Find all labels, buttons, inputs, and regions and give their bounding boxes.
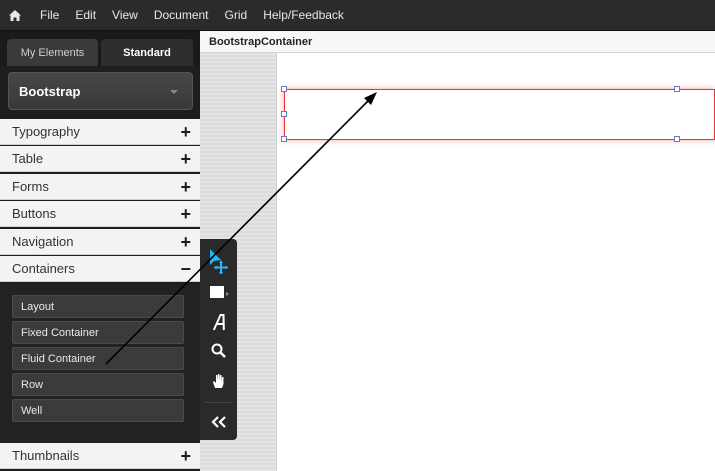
resize-handle-bottom-right[interactable]: [674, 136, 680, 142]
menu-document[interactable]: Document: [146, 0, 217, 31]
pointer-move-icon[interactable]: [200, 247, 237, 275]
menu-help-feedback[interactable]: Help/Feedback: [255, 0, 352, 31]
tool-palette: [200, 239, 237, 440]
list-item-layout[interactable]: Layout: [12, 295, 184, 318]
sidebar: My Elements Standard Bootstrap Typograph…: [0, 31, 200, 471]
collapse-icon[interactable]: −: [180, 259, 191, 279]
rectangle-icon[interactable]: [200, 278, 237, 306]
list-item-row[interactable]: Row: [12, 373, 184, 396]
category-table[interactable]: Table +: [0, 146, 200, 172]
resize-handle-bottom-left[interactable]: [281, 136, 287, 142]
menu-file[interactable]: File: [30, 0, 67, 31]
list-item-well[interactable]: Well: [12, 399, 184, 422]
menu-view[interactable]: View: [104, 0, 146, 31]
list-item-fluid-container[interactable]: Fluid Container: [12, 347, 184, 370]
resize-handle-top-left[interactable]: [281, 86, 287, 92]
page-title-bar: BootstrapContainer: [200, 31, 715, 53]
text-icon[interactable]: [200, 308, 237, 336]
list-item-fixed-container[interactable]: Fixed Container: [12, 321, 184, 344]
resize-handle-left[interactable]: [281, 111, 287, 117]
category-label: Thumbnails: [12, 448, 80, 463]
category-forms[interactable]: Forms +: [0, 174, 200, 200]
category-navigation[interactable]: Navigation +: [0, 229, 200, 255]
menu-edit[interactable]: Edit: [67, 0, 104, 31]
zoom-icon[interactable]: [200, 337, 237, 365]
menu-bar: File Edit View Document Grid Help/Feedba…: [0, 0, 715, 31]
expand-icon[interactable]: +: [180, 177, 191, 197]
library-select[interactable]: Bootstrap: [8, 72, 193, 110]
tab-my-elements[interactable]: My Elements: [7, 39, 98, 66]
category-label: Forms: [12, 179, 49, 194]
category-label: Containers: [12, 261, 75, 276]
expand-icon[interactable]: +: [180, 204, 191, 224]
selected-container[interactable]: [284, 89, 715, 140]
tab-standard[interactable]: Standard: [101, 39, 193, 66]
containers-list: Layout Fixed Container Fluid Container R…: [0, 284, 200, 443]
category-containers[interactable]: Containers −: [0, 256, 200, 282]
collapse-icon[interactable]: [200, 408, 237, 436]
sidebar-tabs: My Elements Standard: [0, 31, 200, 66]
menu-grid[interactable]: Grid: [217, 0, 256, 31]
category-thumbnails[interactable]: Thumbnails +: [0, 443, 200, 469]
category-label: Table: [12, 151, 44, 166]
library-select-value: Bootstrap: [19, 83, 81, 99]
hand-icon[interactable]: [200, 367, 237, 395]
expand-icon[interactable]: +: [180, 232, 191, 252]
resize-handle-top-right[interactable]: [674, 86, 680, 92]
category-typography[interactable]: Typography +: [0, 119, 200, 145]
page-title: BootstrapContainer: [209, 35, 313, 48]
category-label: Navigation: [12, 234, 74, 249]
chevron-down-icon: [170, 90, 178, 94]
expand-icon[interactable]: +: [180, 446, 191, 466]
category-label: Buttons: [12, 206, 57, 221]
tool-divider: [204, 402, 233, 403]
expand-icon[interactable]: +: [180, 122, 191, 142]
category-buttons[interactable]: Buttons +: [0, 201, 200, 227]
expand-icon[interactable]: +: [180, 149, 191, 169]
category-label: Typography: [12, 124, 80, 139]
home-icon[interactable]: [0, 0, 30, 31]
